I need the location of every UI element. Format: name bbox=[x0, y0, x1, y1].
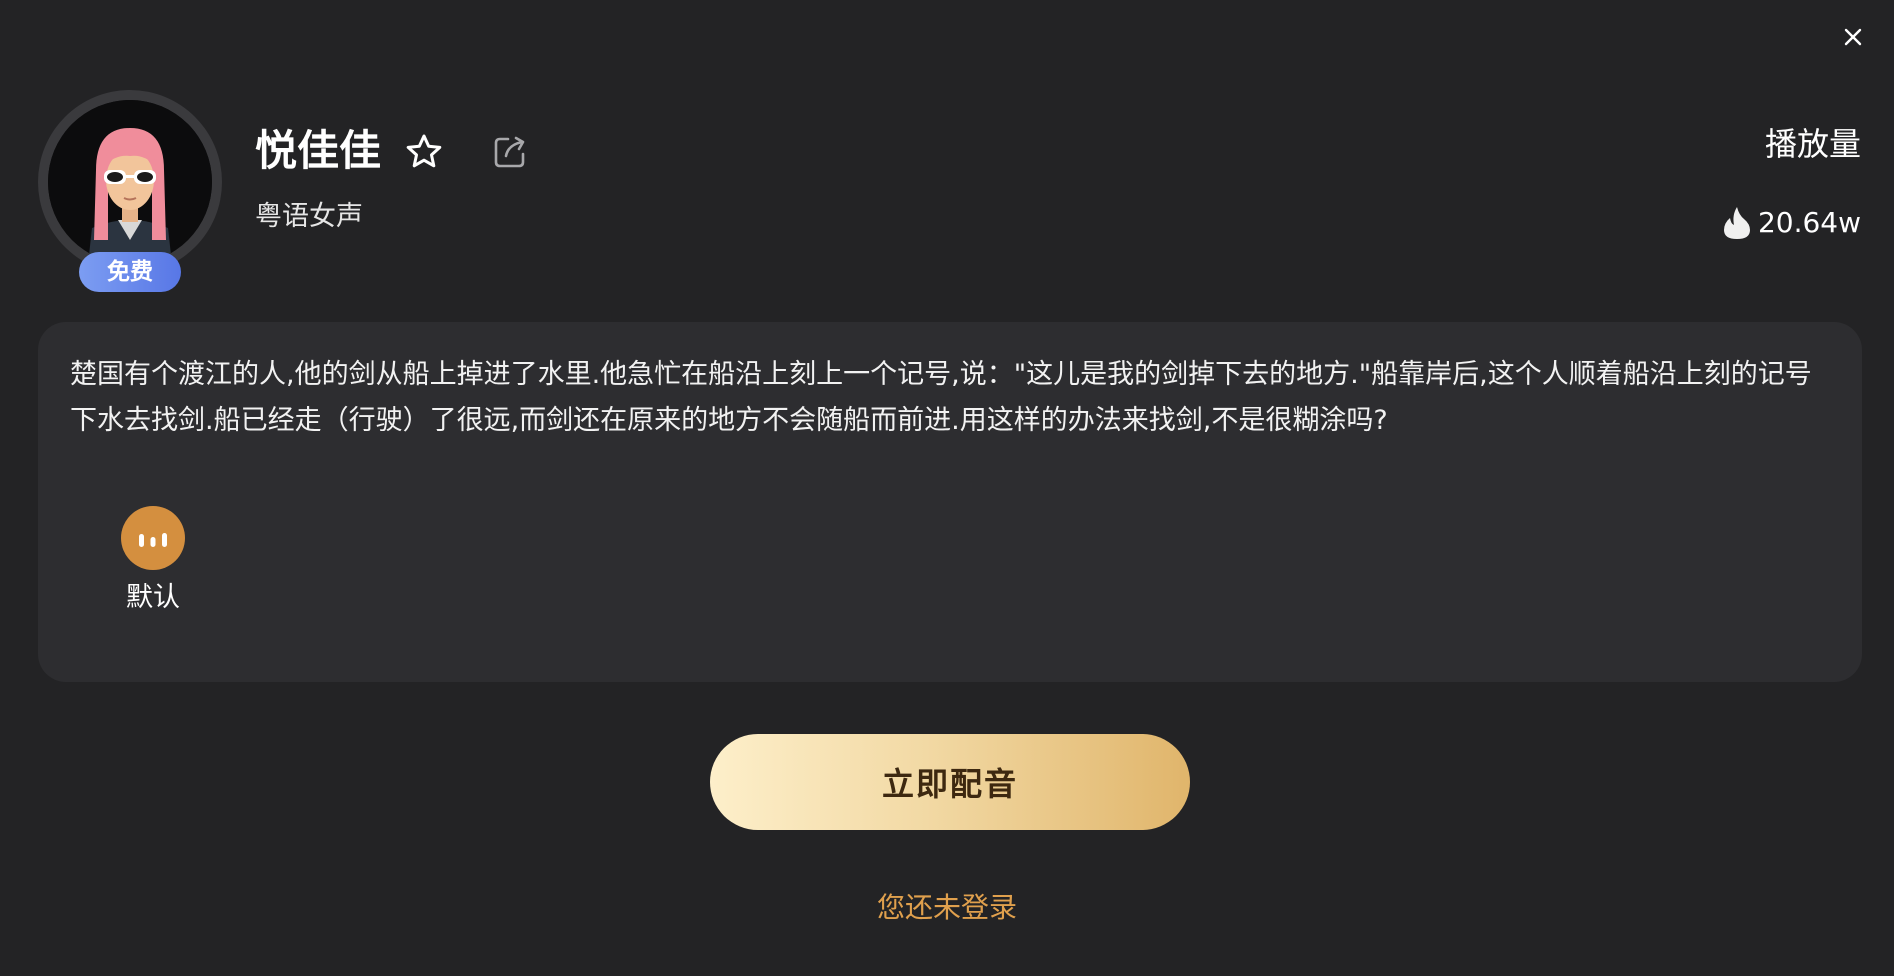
style-option-default[interactable]: 默认 bbox=[117, 506, 189, 616]
voice-name: 悦佳佳 bbox=[255, 126, 382, 175]
plays-value: 20.64w bbox=[1757, 206, 1861, 239]
free-badge: 免费 bbox=[79, 252, 181, 292]
voice-detail-modal: 免费 悦佳佳 粤语女声 播放量 20.64w 楚国有个渡江的人,他的剑从船上掉进… bbox=[0, 0, 1894, 976]
plays-stat: 20.64w bbox=[1722, 203, 1861, 243]
voice-subtitle: 粤语女声 bbox=[255, 201, 363, 232]
audio-bars-icon bbox=[121, 506, 185, 570]
favorite-button[interactable] bbox=[402, 130, 446, 174]
voice-avatar-container: 免费 bbox=[38, 90, 222, 292]
share-icon bbox=[494, 136, 525, 168]
style-option-label: 默认 bbox=[126, 582, 180, 613]
plays-label: 播放量 bbox=[1764, 125, 1861, 163]
sample-text: 楚国有个渡江的人,他的剑从船上掉进了水里.他急忙在船沿上刻上一个记号,说："这儿… bbox=[70, 359, 1812, 436]
avatar-image bbox=[48, 100, 212, 264]
share-button[interactable] bbox=[488, 130, 532, 174]
avatar bbox=[48, 100, 212, 264]
star-outline-icon bbox=[406, 134, 442, 168]
sample-text-panel: 楚国有个渡江的人,他的剑从船上掉进了水里.他急忙在船沿上刻上一个记号,说："这儿… bbox=[38, 322, 1862, 682]
close-icon bbox=[1844, 28, 1862, 46]
dub-now-button[interactable]: 立即配音 bbox=[710, 734, 1190, 830]
login-prompt-link[interactable]: 您还未登录 bbox=[0, 888, 1894, 928]
close-button[interactable] bbox=[1838, 22, 1868, 52]
fire-icon bbox=[1723, 207, 1750, 239]
